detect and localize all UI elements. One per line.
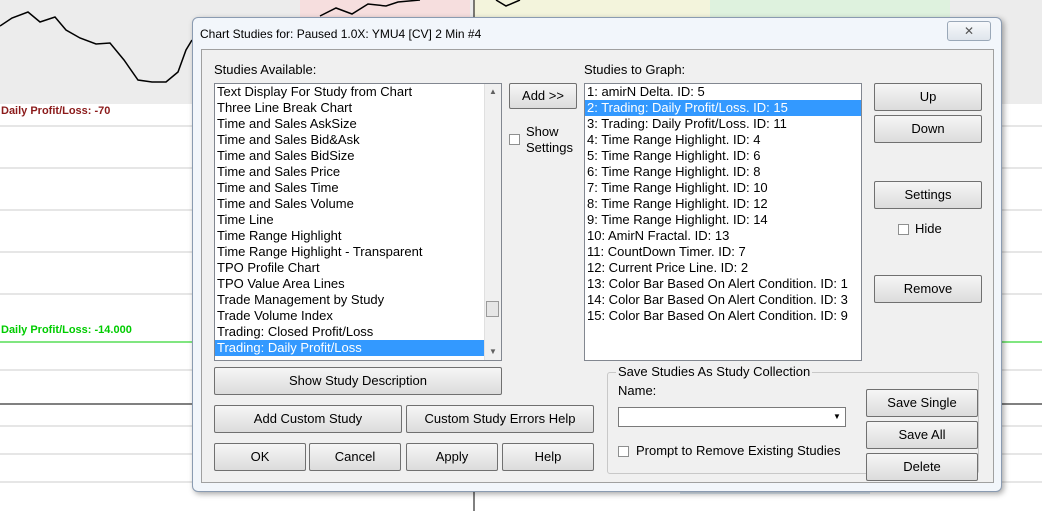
list-item[interactable]: TPO Profile Chart bbox=[215, 260, 501, 276]
list-item[interactable]: 4: Time Range Highlight. ID: 4 bbox=[585, 132, 861, 148]
list-item[interactable]: 14: Color Bar Based On Alert Condition. … bbox=[585, 292, 861, 308]
show-settings-checkbox[interactable] bbox=[509, 134, 520, 145]
add-custom-study-button[interactable]: Add Custom Study bbox=[214, 405, 402, 433]
list-item[interactable]: Trading: Closed Profit/Loss bbox=[215, 324, 501, 340]
show-settings-line2: Settings bbox=[526, 140, 573, 155]
help-button[interactable]: Help bbox=[502, 443, 594, 471]
close-icon: ✕ bbox=[963, 24, 975, 38]
list-item[interactable]: 3: Trading: Daily Profit/Loss. ID: 11 bbox=[585, 116, 861, 132]
list-item[interactable]: Time and Sales Volume bbox=[215, 196, 501, 212]
list-item[interactable]: Time and Sales BidSize bbox=[215, 148, 501, 164]
hide-label: Hide bbox=[915, 221, 942, 236]
list-item[interactable]: 11: CountDown Timer. ID: 7 bbox=[585, 244, 861, 260]
list-item[interactable]: 1: amirN Delta. ID: 5 bbox=[585, 84, 861, 100]
list-item[interactable]: Trading: Daily Profit/Loss bbox=[215, 340, 501, 356]
studies-available-scrollbar[interactable]: ▲ ▼ bbox=[484, 84, 501, 360]
daily-pl-label-mid: Daily Profit/Loss: -14.000 bbox=[1, 324, 132, 336]
save-single-button[interactable]: Save Single bbox=[866, 389, 978, 417]
show-settings-label: Show Settings bbox=[526, 124, 573, 156]
chart-studies-dialog: Chart Studies for: Paused 1.0X: YMU4 [CV… bbox=[192, 17, 1002, 492]
remove-button[interactable]: Remove bbox=[874, 275, 982, 303]
list-item[interactable]: 10: AmirN Fractal. ID: 13 bbox=[585, 228, 861, 244]
up-button[interactable]: Up bbox=[874, 83, 982, 111]
ok-button[interactable]: OK bbox=[214, 443, 306, 471]
list-item[interactable]: Time and Sales Bid&Ask bbox=[215, 132, 501, 148]
list-item[interactable]: 15: Color Bar Based On Alert Condition. … bbox=[585, 308, 861, 324]
scroll-thumb[interactable] bbox=[486, 300, 499, 317]
scroll-up-icon[interactable]: ▲ bbox=[485, 84, 501, 100]
studies-available-list[interactable]: Text Display For Study from Chart Three L… bbox=[214, 83, 502, 361]
list-item[interactable]: Time and Sales AskSize bbox=[215, 116, 501, 132]
list-item[interactable]: Time Line bbox=[215, 212, 501, 228]
chevron-down-icon[interactable]: ▼ bbox=[829, 408, 845, 426]
list-item[interactable]: Time and Sales Price bbox=[215, 164, 501, 180]
list-item[interactable]: 8: Time Range Highlight. ID: 12 bbox=[585, 196, 861, 212]
list-item[interactable]: Text Display For Study from Chart bbox=[215, 84, 501, 100]
list-item[interactable]: Time Range Highlight bbox=[215, 228, 501, 244]
save-all-button[interactable]: Save All bbox=[866, 421, 978, 449]
list-item[interactable]: Trade Management by Study bbox=[215, 292, 501, 308]
apply-button[interactable]: Apply bbox=[406, 443, 498, 471]
prompt-remove-checkbox[interactable] bbox=[618, 446, 629, 457]
close-button[interactable]: ✕ bbox=[947, 21, 991, 41]
hide-checkbox[interactable] bbox=[898, 224, 909, 235]
list-item[interactable]: 13: Color Bar Based On Alert Condition. … bbox=[585, 276, 861, 292]
list-item[interactable]: Trade Volume Index bbox=[215, 308, 501, 324]
dialog-title: Chart Studies for: Paused 1.0X: YMU4 [CV… bbox=[200, 27, 482, 41]
studies-available-label: Studies Available: bbox=[214, 62, 317, 77]
list-item[interactable]: 5: Time Range Highlight. ID: 6 bbox=[585, 148, 861, 164]
settings-button[interactable]: Settings bbox=[874, 181, 982, 209]
studies-to-graph-label: Studies to Graph: bbox=[584, 62, 686, 77]
show-settings-line1: Show bbox=[526, 124, 559, 139]
list-item[interactable]: 6: Time Range Highlight. ID: 8 bbox=[585, 164, 861, 180]
scroll-down-icon[interactable]: ▼ bbox=[485, 344, 501, 360]
daily-pl-label-top: Daily Profit/Loss: -70 bbox=[1, 105, 111, 117]
list-item[interactable]: Three Line Break Chart bbox=[215, 100, 501, 116]
down-button[interactable]: Down bbox=[874, 115, 982, 143]
list-item[interactable]: 12: Current Price Line. ID: 2 bbox=[585, 260, 861, 276]
list-item[interactable]: 9: Time Range Highlight. ID: 14 bbox=[585, 212, 861, 228]
list-item[interactable]: 2: Trading: Daily Profit/Loss. ID: 15 bbox=[585, 100, 861, 116]
show-study-description-button[interactable]: Show Study Description bbox=[214, 367, 502, 395]
custom-study-errors-help-button[interactable]: Custom Study Errors Help bbox=[406, 405, 594, 433]
list-item[interactable]: Time and Sales Time bbox=[215, 180, 501, 196]
prompt-remove-label: Prompt to Remove Existing Studies bbox=[636, 443, 841, 458]
list-item[interactable]: 7: Time Range Highlight. ID: 10 bbox=[585, 180, 861, 196]
dialog-body: Studies Available: Text Display For Stud… bbox=[201, 49, 994, 483]
list-item[interactable]: Time Range Highlight - Transparent bbox=[215, 244, 501, 260]
collection-name-combo[interactable]: ▼ bbox=[618, 407, 846, 427]
studies-to-graph-list[interactable]: 1: amirN Delta. ID: 5 2: Trading: Daily P… bbox=[584, 83, 862, 361]
name-label: Name: bbox=[618, 383, 657, 398]
cancel-button[interactable]: Cancel bbox=[309, 443, 401, 471]
add-button[interactable]: Add >> bbox=[509, 83, 577, 109]
list-item[interactable]: TPO Value Area Lines bbox=[215, 276, 501, 292]
study-collection-title: Save Studies As Study Collection bbox=[616, 364, 813, 379]
delete-button[interactable]: Delete bbox=[866, 453, 978, 481]
